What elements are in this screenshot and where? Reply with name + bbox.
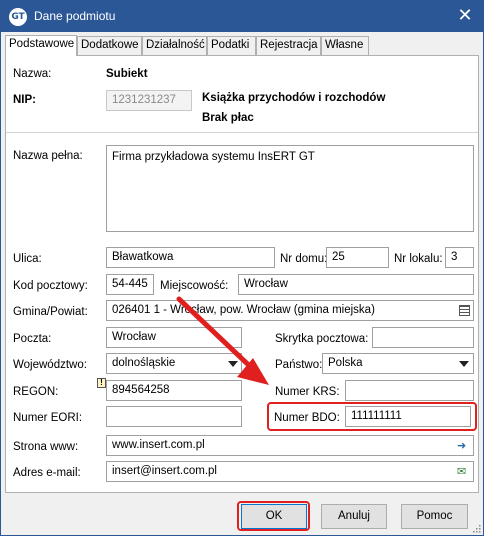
miejscowosc-field[interactable]: Wrocław	[238, 274, 474, 295]
panstwo-select[interactable]: Polska	[322, 353, 474, 374]
email-label: Adres e-mail:	[13, 467, 81, 479]
eori-field[interactable]	[106, 406, 242, 427]
kod-label: Kod pocztowy:	[13, 280, 88, 292]
tab-rejestracja[interactable]: Rejestracja	[256, 36, 321, 55]
ok-highlight	[237, 501, 310, 531]
mail-arrow-icon[interactable]: ✉	[457, 466, 471, 478]
poczta-field[interactable]: Wrocław	[106, 327, 242, 348]
skrytka-field[interactable]	[372, 327, 474, 348]
resize-grip-icon[interactable]	[471, 523, 481, 533]
chevron-down-icon[interactable]	[228, 361, 238, 367]
nazwa-value: Subiekt	[106, 68, 148, 80]
title-bar: GT Dane podmiotu ✕	[1, 1, 483, 32]
chevron-down-icon[interactable]	[459, 361, 469, 367]
globe-arrow-icon[interactable]: ➜	[457, 440, 471, 452]
tab-dodatkowe[interactable]: Dodatkowe	[77, 36, 142, 55]
email-field[interactable]: insert@insert.com.pl	[106, 461, 474, 482]
skrytka-label: Skrytka pocztowa:	[275, 333, 369, 345]
list-icon[interactable]	[459, 305, 470, 316]
separator	[6, 132, 478, 133]
warning-icon: !	[97, 378, 106, 388]
www-label: Strona www:	[13, 441, 79, 453]
tab-wlasne[interactable]: Własne	[321, 36, 369, 55]
krs-label: Numer KRS:	[275, 386, 340, 398]
gmina-field[interactable]: 026401 1 - Wrocław, pow. Wrocław (gmina …	[106, 300, 474, 321]
cancel-button[interactable]: Anuluj	[321, 504, 387, 529]
place-status: Brak płac	[202, 112, 254, 124]
nip-label: NIP:	[13, 94, 36, 106]
nazwa-label: Nazwa:	[13, 68, 52, 80]
app-logo-icon: GT	[9, 8, 27, 26]
ulica-field[interactable]: Bławatkowa	[106, 247, 275, 268]
nr-lokalu-field[interactable]: 3	[445, 247, 474, 268]
krs-field[interactable]	[345, 380, 474, 401]
ulica-label: Ulica:	[13, 253, 42, 265]
nazwa-pelna-field[interactable]: Firma przykładowa systemu InsERT GT	[106, 145, 474, 232]
nr-domu-label: Nr domu:	[280, 253, 328, 265]
eori-label: Numer EORI:	[13, 412, 83, 424]
tab-panel-podstawowe: Nazwa: Subiekt NIP: 1231231237 Książka p…	[5, 55, 479, 493]
gmina-label: Gmina/Powiat:	[13, 306, 88, 318]
regon-field[interactable]: 894564258	[106, 380, 242, 401]
nip-field: 1231231237	[106, 90, 192, 111]
window-title: Dane podmiotu	[34, 9, 116, 23]
wojewodztwo-select[interactable]: dolnośląskie	[106, 353, 242, 374]
close-icon[interactable]: ✕	[451, 3, 479, 29]
nr-domu-field[interactable]: 25	[326, 247, 389, 268]
nazwa-pelna-label: Nazwa pełna:	[13, 150, 83, 162]
bdo-highlight	[267, 402, 477, 431]
ksiegowosc-type: Książka przychodów i rozchodów	[202, 92, 386, 104]
help-button[interactable]: Pomoc	[401, 504, 468, 529]
poczta-label: Poczta:	[13, 333, 52, 345]
wojewodztwo-label: Województwo:	[13, 359, 87, 371]
regon-label: REGON:	[13, 386, 59, 398]
nr-lokalu-label: Nr lokalu:	[394, 253, 443, 265]
panstwo-label: Państwo:	[275, 359, 323, 371]
miejscowosc-label: Miejscowość:	[160, 280, 229, 292]
tab-dzialalnosc[interactable]: Działalność	[142, 36, 207, 55]
tab-podstawowe[interactable]: Podstawowe	[5, 35, 77, 56]
kod-field[interactable]: 54-445	[106, 274, 154, 295]
dialog-window: GT Dane podmiotu ✕ Podstawowe Dodatkowe …	[0, 0, 484, 536]
tab-podatki[interactable]: Podatki	[207, 36, 256, 55]
www-field[interactable]: www.insert.com.pl	[106, 435, 474, 456]
